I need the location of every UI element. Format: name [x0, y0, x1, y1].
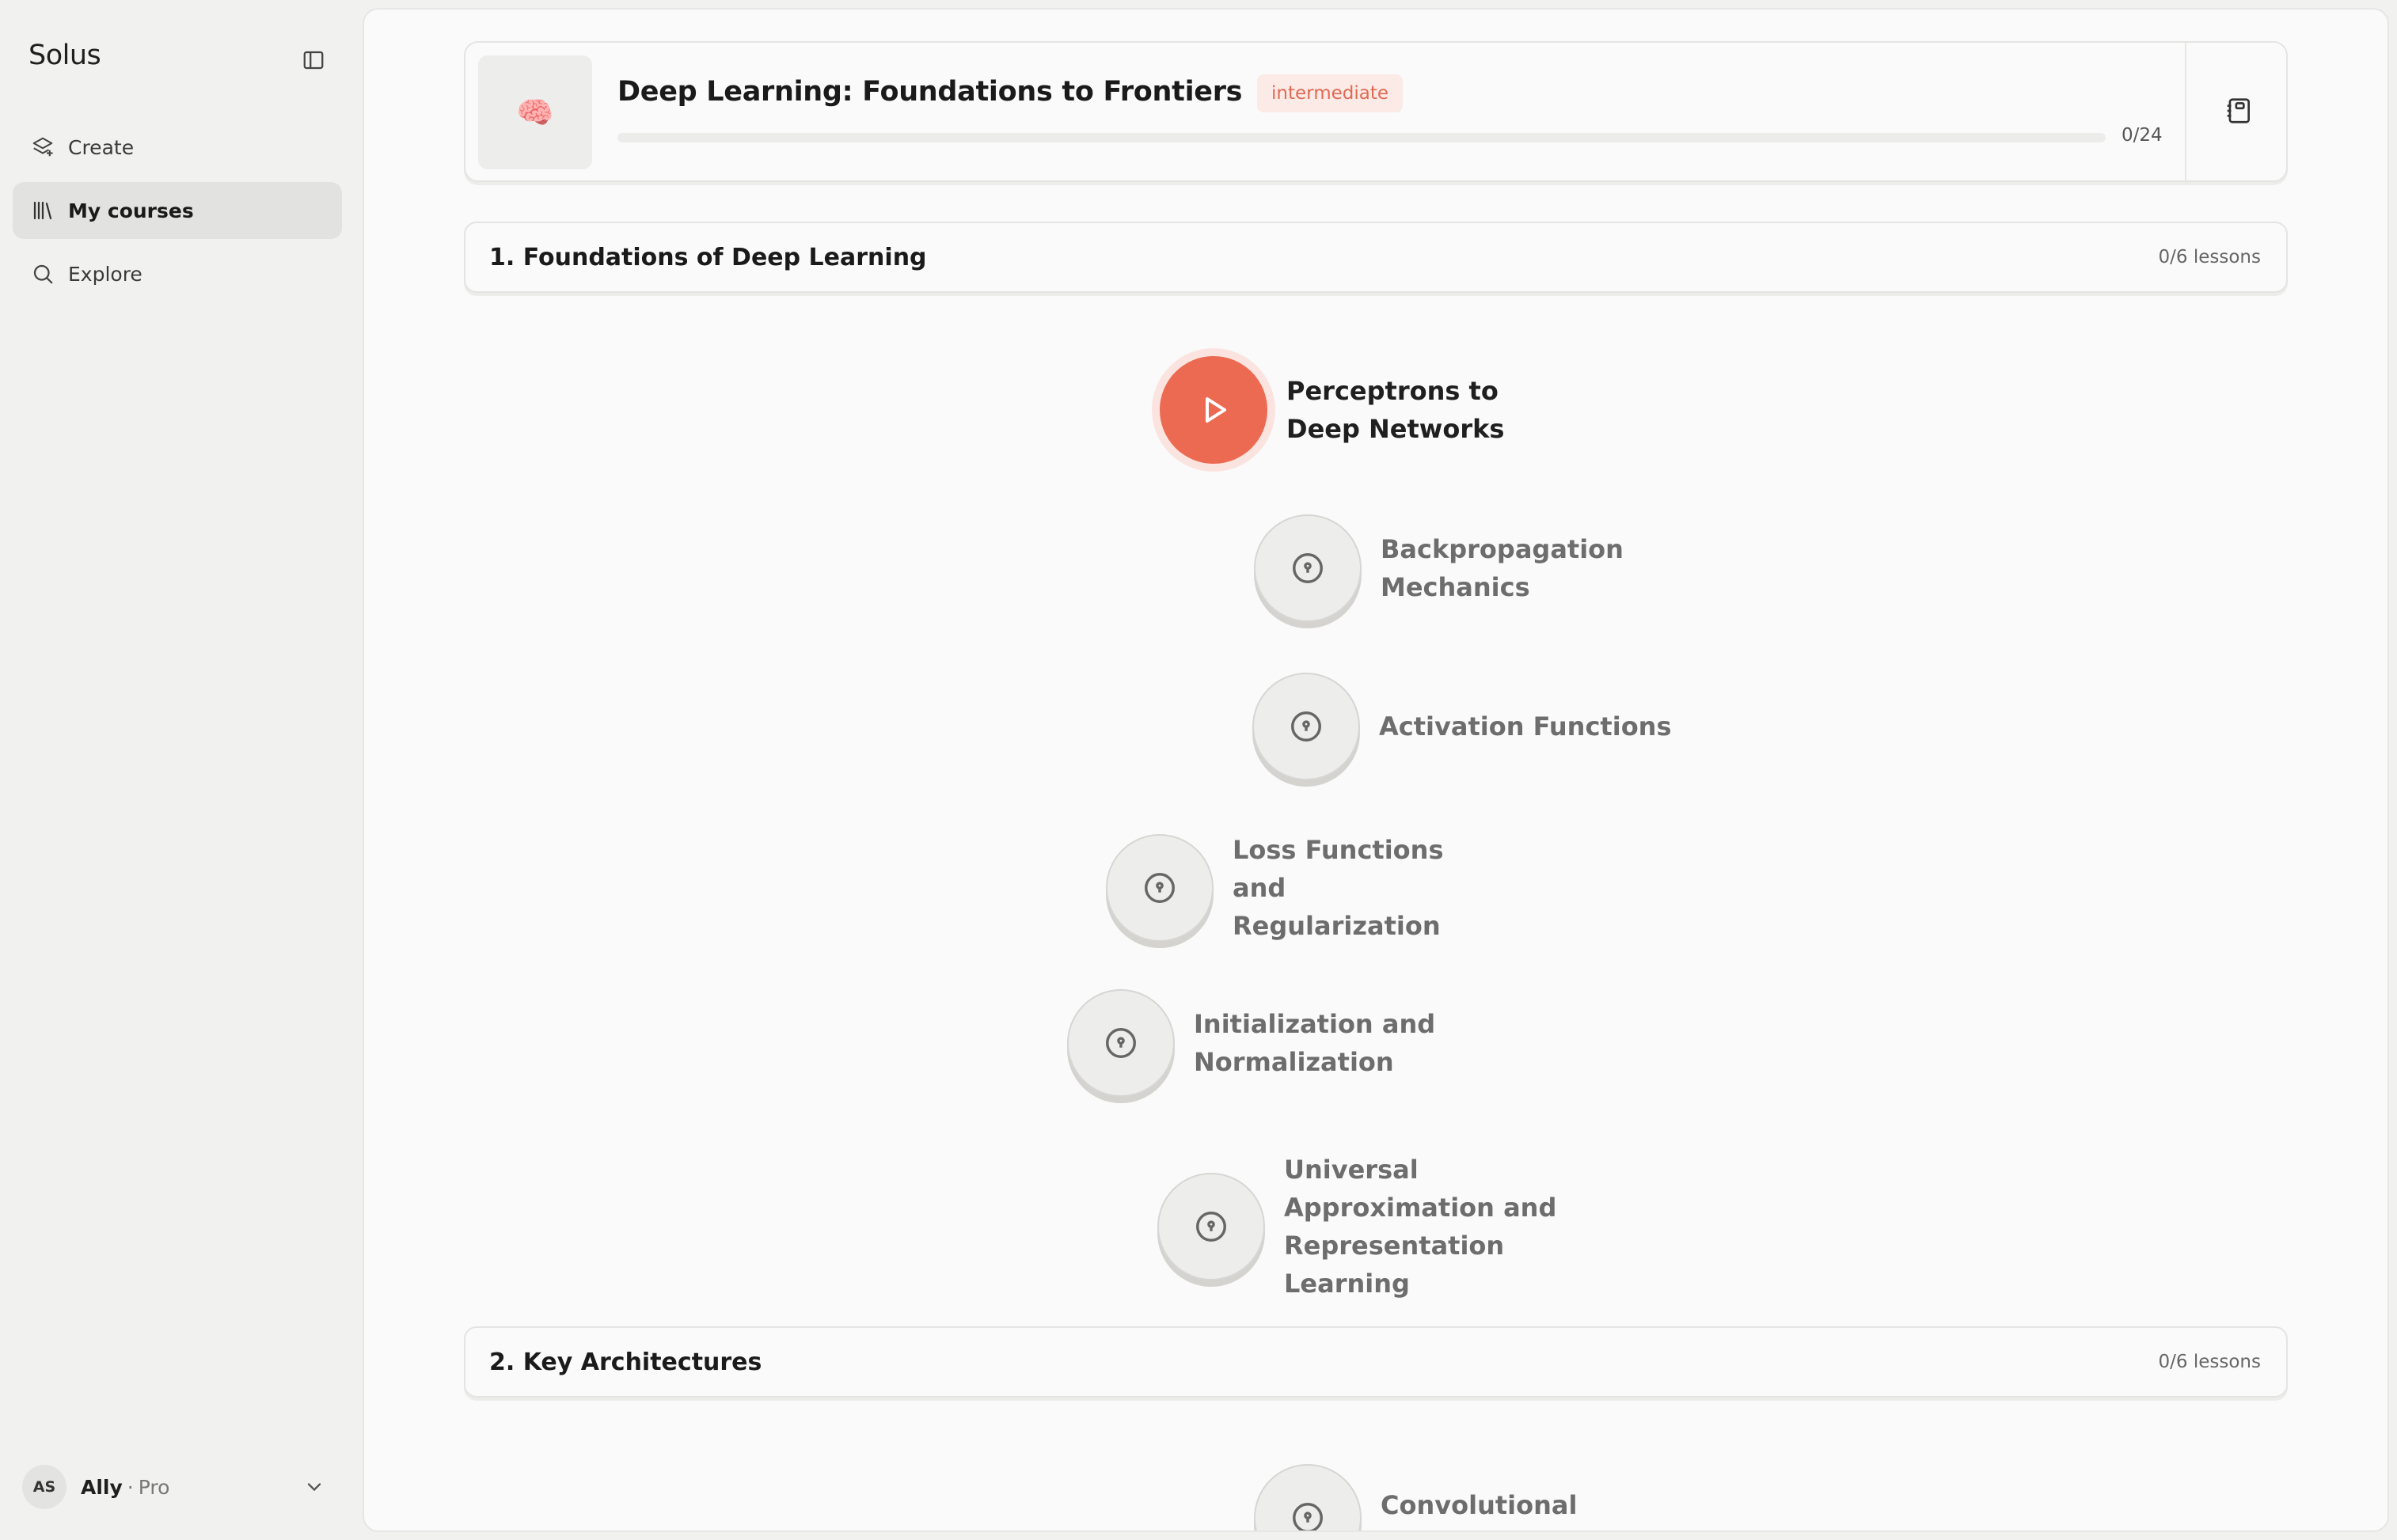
- course-title: Deep Learning: Foundations to Frontiers: [617, 76, 1243, 108]
- search-icon: [28, 260, 57, 288]
- lesson-perceptrons-to-deep-networks[interactable]: Perceptrons to Deep Networks: [1160, 356, 1556, 464]
- lesson-node-active[interactable]: [1160, 356, 1267, 464]
- notebook-icon: [2227, 98, 2251, 123]
- unit-title: 2. Key Architectures: [489, 1348, 762, 1376]
- keyhole-lock-icon: [1106, 1028, 1136, 1058]
- sidebar-item-label: Create: [68, 135, 135, 159]
- keyhole-lock-icon: [1291, 711, 1321, 742]
- sidebar: Solus Create My courses Explore AS Ally …: [0, 0, 363, 1540]
- lesson-label: Backpropagation Mechanics: [1381, 534, 1624, 602]
- lesson-node-locked[interactable]: [1067, 989, 1175, 1097]
- lesson-label: Convolutional Neural Networks: [1381, 1490, 1620, 1531]
- avatar: AS: [22, 1465, 66, 1509]
- course-header-card: 🧠 Deep Learning: Foundations to Frontier…: [464, 41, 2288, 182]
- keyhole-lock-icon: [1293, 553, 1323, 583]
- lesson-label: Activation Functions: [1379, 711, 1672, 742]
- user-separator: ·: [127, 1475, 134, 1499]
- unit-header-2[interactable]: 2. Key Architectures 0/6 lessons: [464, 1326, 2288, 1398]
- chevron-down-icon: [301, 1474, 328, 1500]
- lesson-node-locked[interactable]: [1252, 673, 1360, 780]
- sidebar-item-create[interactable]: Create: [13, 119, 342, 176]
- app-logo: Solus: [28, 40, 101, 71]
- library-icon: [28, 196, 57, 225]
- user-plan: Pro: [138, 1475, 170, 1499]
- user-name: Ally: [81, 1475, 123, 1499]
- sidebar-item-explore[interactable]: Explore: [13, 245, 342, 302]
- lesson-node-locked[interactable]: [1157, 1173, 1265, 1280]
- lesson-node-locked[interactable]: [1106, 834, 1214, 942]
- unit-header-1[interactable]: 1. Foundations of Deep Learning 0/6 less…: [464, 222, 2288, 293]
- divider: [2185, 43, 2186, 180]
- lesson-label: Universal Approximation and Representati…: [1284, 1155, 1557, 1299]
- keyhole-lock-icon: [1196, 1212, 1226, 1242]
- keyhole-lock-icon: [1145, 873, 1175, 903]
- unit-title: 1. Foundations of Deep Learning: [489, 244, 927, 271]
- sidebar-item-label: My courses: [68, 199, 194, 222]
- course-thumbnail: 🧠: [478, 55, 592, 169]
- sidebar-nav: Create My courses Explore: [13, 119, 342, 309]
- brain-icon: 🧠: [516, 94, 554, 130]
- user-menu[interactable]: AS Ally · Pro: [22, 1462, 336, 1512]
- lesson-convolutional-neural-networks[interactable]: Convolutional Neural Networks: [1254, 1464, 1666, 1531]
- keyhole-lock-icon: [1293, 1503, 1323, 1531]
- lesson-label: Loss Functions and Regularization: [1233, 835, 1444, 941]
- level-badge: intermediate: [1257, 74, 1403, 112]
- unit-lesson-count: 0/6 lessons: [2158, 247, 2261, 267]
- notebook-button[interactable]: [2215, 87, 2262, 135]
- lesson-label: Perceptrons to Deep Networks: [1286, 376, 1505, 444]
- panel-left-icon: [303, 51, 324, 70]
- lesson-node-locked[interactable]: [1254, 1464, 1362, 1531]
- lesson-activation-functions[interactable]: Activation Functions: [1252, 673, 1711, 780]
- lesson-node-locked[interactable]: [1254, 514, 1362, 622]
- unit-lesson-count: 0/6 lessons: [2158, 1352, 2261, 1372]
- course-main-panel: 🧠 Deep Learning: Foundations to Frontier…: [363, 8, 2389, 1532]
- lesson-label: Initialization and Normalization: [1194, 1009, 1436, 1077]
- course-progress-count: 0/24: [2122, 125, 2163, 146]
- lesson-initialization-and-normalization[interactable]: Initialization and Normalization: [1067, 989, 1439, 1097]
- lesson-universal-approximation[interactable]: Universal Approximation and Representati…: [1157, 1151, 1601, 1303]
- course-progress-bar: [617, 133, 2106, 142]
- sidebar-item-my-courses[interactable]: My courses: [13, 182, 342, 239]
- lesson-loss-functions-and-regularization[interactable]: Loss Functions and Regularization: [1106, 831, 1502, 945]
- sidebar-item-label: Explore: [68, 262, 142, 286]
- play-icon: [1206, 397, 1226, 423]
- lesson-backpropagation-mechanics[interactable]: Backpropagation Mechanics: [1254, 514, 1624, 622]
- sidebar-toggle-button[interactable]: [299, 46, 328, 74]
- layers-plus-icon: [28, 133, 57, 161]
